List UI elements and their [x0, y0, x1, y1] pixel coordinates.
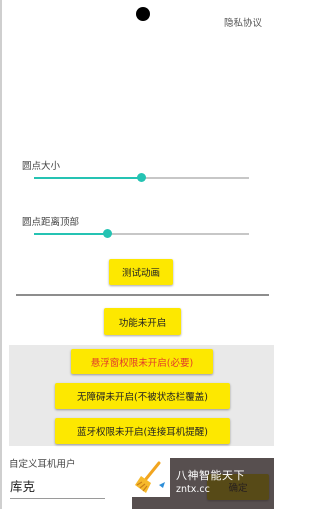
headphone-name-input[interactable]: 库克	[10, 476, 105, 499]
watermark-title: 八神智能天下	[176, 469, 245, 482]
accessibility-button[interactable]: 无障碍未开启(不被状态栏覆盖)	[55, 383, 230, 409]
watermark-url: zntx.cc	[176, 484, 210, 495]
slider-thumb[interactable]	[137, 173, 146, 182]
overlay-permission-button[interactable]: 悬浮窗权限未开启(必要)	[71, 349, 213, 374]
left-edge	[0, 0, 2, 509]
dot-distance-label: 圆点距离顶部	[22, 217, 80, 228]
section-divider	[16, 294, 269, 296]
custom-headphone-label: 自定义耳机用户	[9, 459, 76, 470]
feature-status-button[interactable]: 功能未开启	[104, 308, 181, 335]
test-animation-button[interactable]: 测试动画	[109, 259, 173, 285]
dot-distance-slider[interactable]	[34, 229, 249, 239]
watermark-overlay: 八神智能天下 zntx.cc	[132, 458, 274, 509]
bluetooth-permission-button[interactable]: 蓝牙权限未开启(连接耳机提醒)	[55, 418, 230, 444]
slider-thumb[interactable]	[102, 229, 112, 238]
slider-fill	[34, 233, 108, 235]
dot-size-label: 圆点大小	[22, 161, 61, 172]
broom-logo-icon	[132, 458, 170, 497]
privacy-policy-link[interactable]: 隐私协议	[224, 15, 262, 29]
slider-fill	[34, 177, 142, 179]
preview-dot	[136, 7, 150, 21]
dot-size-slider[interactable]	[34, 173, 249, 183]
